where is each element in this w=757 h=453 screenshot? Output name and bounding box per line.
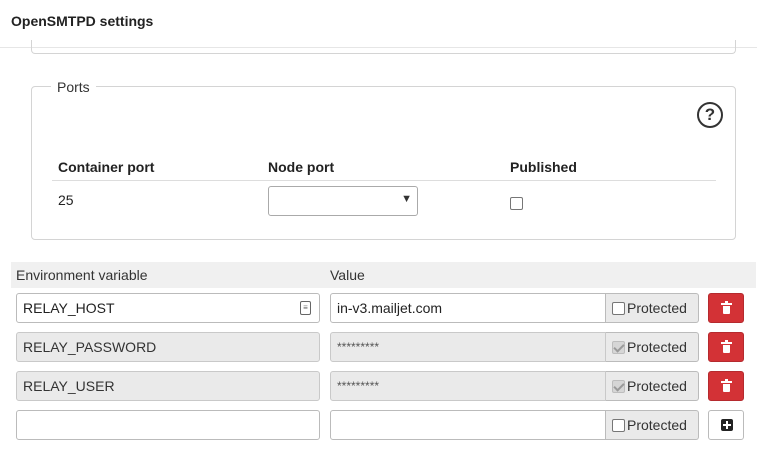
ports-table-header: Container port Node port Published: [52, 159, 716, 181]
protected-label: Protected: [627, 378, 687, 394]
keypass-icon[interactable]: ≡: [300, 301, 311, 315]
trash-icon: [721, 379, 732, 392]
protected-toggle: Protected: [606, 293, 699, 323]
env-value-text: *********: [337, 379, 380, 393]
ports-fieldset: Ports ? Container port Node port Publish…: [31, 79, 736, 240]
chevron-down-icon: ▼: [401, 193, 412, 205]
ports-table: Container port Node port Published 25 ▼: [52, 159, 716, 221]
env-value-input[interactable]: in-v3.mailjet.com: [330, 293, 606, 323]
protected-label: Protected: [627, 339, 687, 355]
page-title: OpenSMTPD settings: [11, 13, 154, 29]
env-row: RELAY_HOST ≡ in-v3.mailjet.com Protected: [11, 293, 756, 324]
env-table-header: Environment variable Value: [11, 262, 756, 288]
env-name-input[interactable]: RELAY_HOST ≡: [16, 293, 320, 323]
env-value-header: Value: [330, 267, 365, 283]
env-value-input: *********: [330, 332, 606, 362]
trash-icon: [721, 301, 732, 314]
protected-toggle: Protected: [606, 410, 699, 440]
protected-checkbox[interactable]: [612, 419, 625, 432]
plus-square-icon: [721, 419, 733, 431]
env-name-value: RELAY_USER: [23, 378, 115, 394]
env-name-input: RELAY_USER: [16, 371, 320, 401]
ports-legend: Ports: [51, 79, 96, 95]
node-port-header: Node port: [268, 159, 335, 175]
new-env-name-input[interactable]: [16, 410, 320, 440]
new-env-row: Protected: [11, 410, 756, 441]
published-checkbox[interactable]: [510, 197, 523, 210]
protected-checkbox[interactable]: [612, 302, 625, 315]
protected-label: Protected: [627, 417, 687, 433]
protected-checkbox: [612, 341, 625, 354]
published-header: Published: [510, 159, 577, 175]
question-circle-icon[interactable]: ?: [697, 102, 723, 128]
container-port-header: Container port: [58, 159, 155, 175]
delete-variable-button[interactable]: [708, 332, 744, 362]
protected-checkbox: [612, 380, 625, 393]
new-env-value-input[interactable]: [330, 410, 606, 440]
ports-table-row: 25 ▼: [52, 181, 716, 221]
delete-variable-button[interactable]: [708, 371, 744, 401]
previous-fieldset-border: [31, 40, 736, 54]
add-variable-button[interactable]: [708, 410, 744, 440]
protected-toggle: Protected: [606, 332, 699, 362]
env-value-text: in-v3.mailjet.com: [337, 300, 443, 316]
env-value-input: *********: [330, 371, 606, 401]
protected-toggle: Protected: [606, 371, 699, 401]
env-value-text: *********: [337, 340, 380, 354]
env-variable-header: Environment variable: [16, 267, 148, 283]
node-port-select[interactable]: ▼: [268, 186, 418, 216]
env-name-input: RELAY_PASSWORD: [16, 332, 320, 362]
env-name-value: RELAY_HOST: [23, 300, 115, 316]
env-name-value: RELAY_PASSWORD: [23, 339, 157, 355]
env-row: RELAY_PASSWORD ********* Protected: [11, 332, 756, 363]
env-row: RELAY_USER ********* Protected: [11, 371, 756, 402]
protected-label: Protected: [627, 300, 687, 316]
trash-icon: [721, 340, 732, 353]
delete-variable-button[interactable]: [708, 293, 744, 323]
container-port-value: 25: [58, 192, 74, 208]
